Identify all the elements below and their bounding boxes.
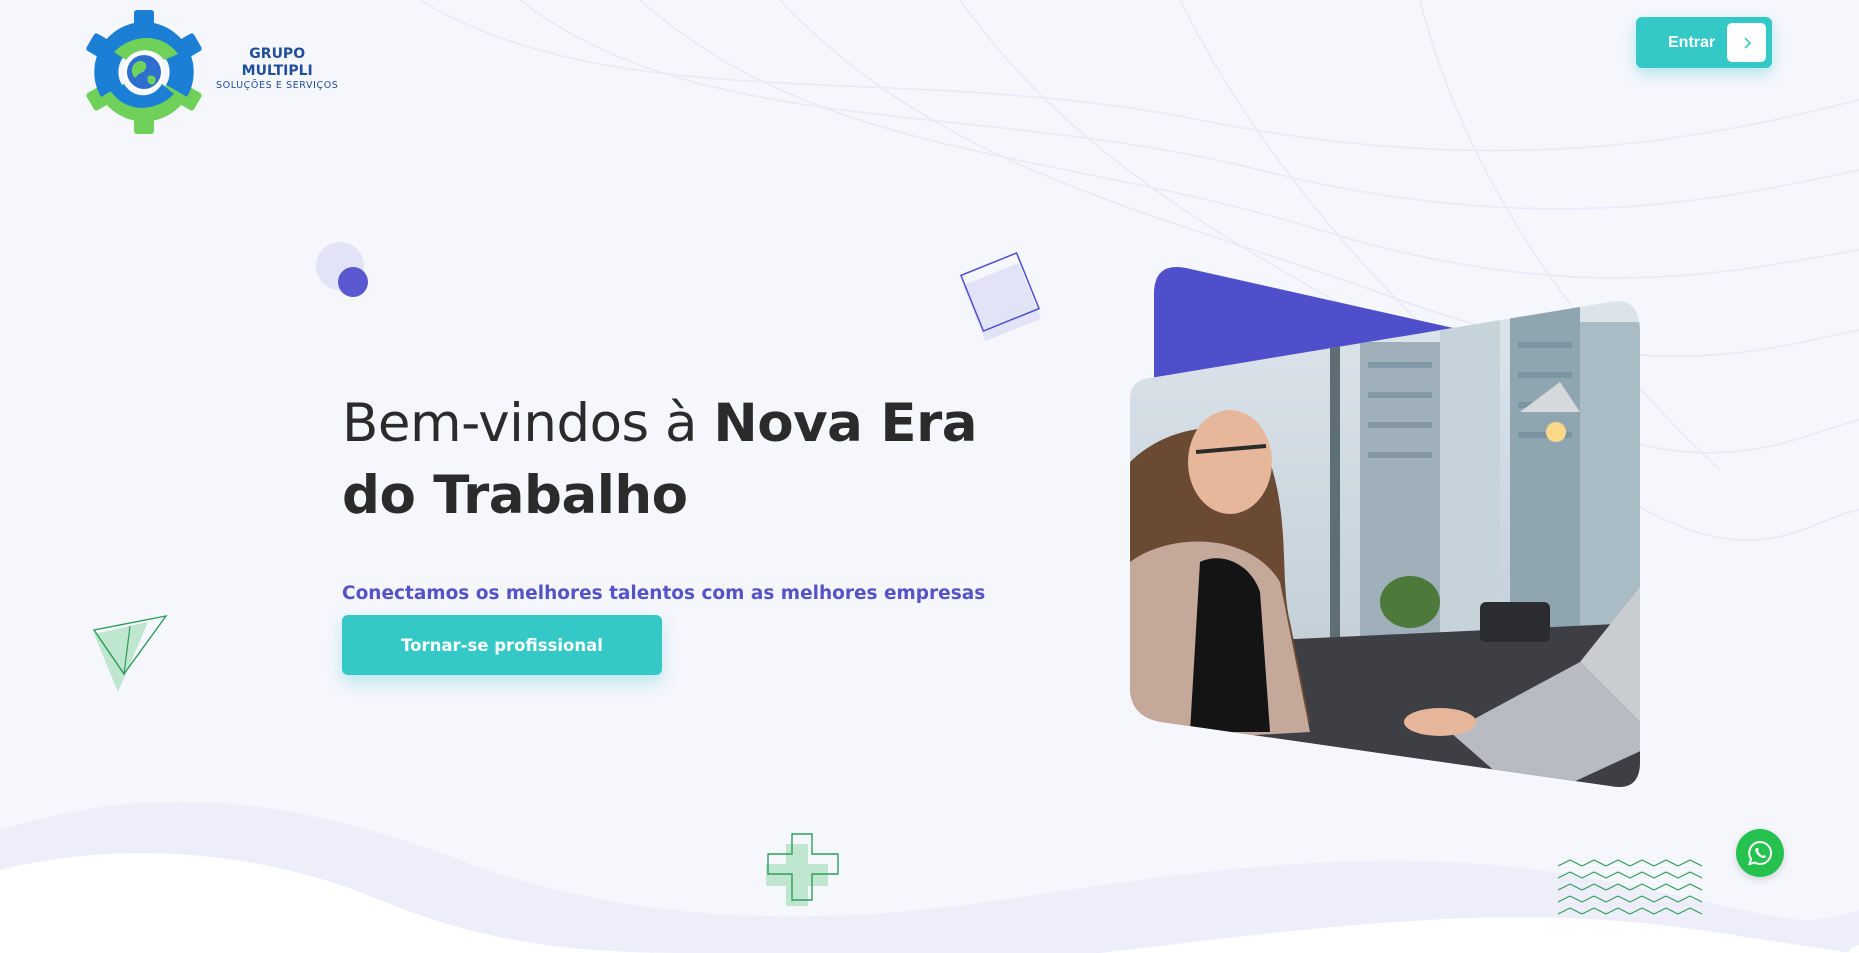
login-button[interactable]: Entrar [1636,17,1772,68]
brand-line-2: MULTIPLI [241,62,313,79]
brand-logo[interactable]: GRUPO MULTIPLI SOLUÇÕES E SERVIÇOS [80,8,338,136]
brand-line-1: GRUPO [249,46,306,63]
hero-title: Bem-vindos à Nova Era do Trabalho [342,388,1062,532]
paper-plane-decoration-icon [92,614,168,692]
hero-title-light: Bem-vindos à [342,393,714,454]
hero-title-bold-2: do Trabalho [342,465,688,526]
gear-globe-icon [86,10,202,134]
become-professional-button[interactable]: Tornar-se profissional [342,615,662,675]
plus-decoration-icon [766,833,839,906]
hero-title-bold-1: Nova Era [713,393,977,454]
login-label: Entrar [1668,33,1716,51]
brand-wordmark: GRUPO MULTIPLI SOLUÇÕES E SERVIÇOS [216,46,338,91]
square-outline-decoration-icon [959,251,1042,342]
whatsapp-button[interactable] [1736,829,1784,877]
circles-decoration-icon [316,242,368,297]
brand-tagline: SOLUÇÕES E SERVIÇOS [216,79,339,91]
office-woman-photo [1130,267,1640,788]
hero-subtitle: Conectamos os melhores talentos com as m… [342,583,986,604]
zigzag-decoration-icon [1558,859,1703,915]
chevron-right-icon [1727,23,1766,62]
whatsapp-icon [1748,840,1772,866]
